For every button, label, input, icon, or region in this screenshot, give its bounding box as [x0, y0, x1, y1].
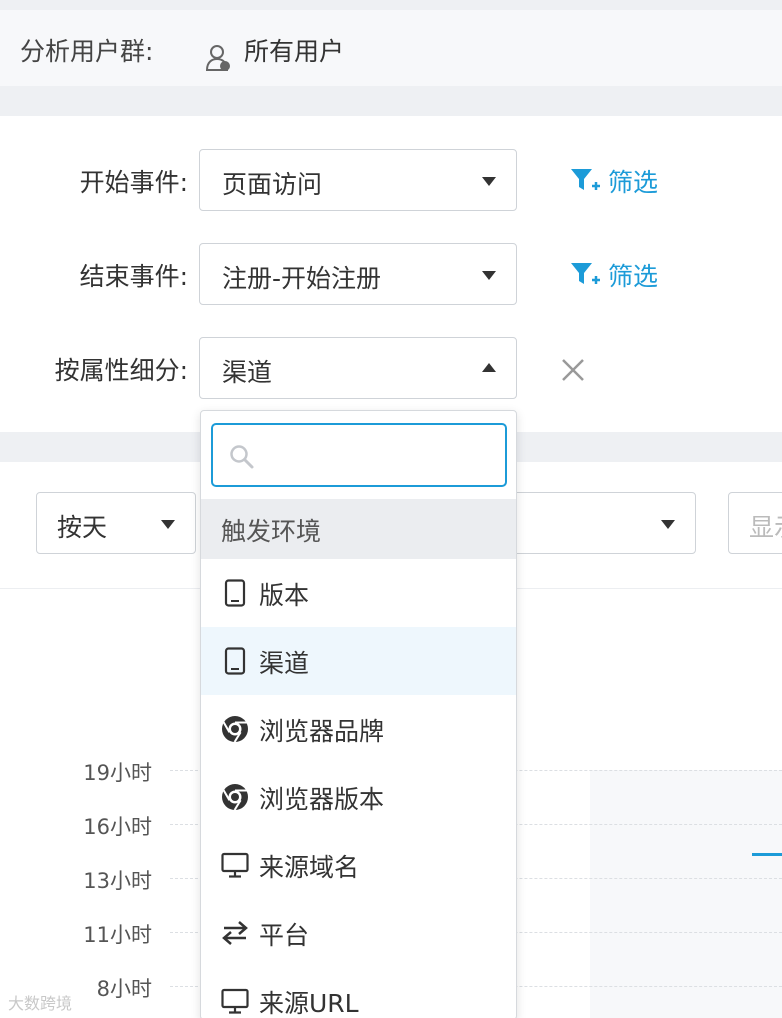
start-event-value: 页面访问 — [222, 170, 323, 199]
end-event-label: 结束事件: — [79, 262, 188, 291]
chevron-down-icon — [482, 177, 496, 186]
breakdown-select[interactable]: 渠道 — [199, 337, 517, 399]
display-placeholder: 显示 — [749, 513, 782, 542]
chevron-down-icon — [482, 271, 496, 280]
dropdown-search-input[interactable] — [211, 423, 507, 487]
dropdown-item-label: 浏览器版本 — [259, 785, 385, 814]
chrome-icon — [221, 715, 249, 743]
filter-plus-icon — [571, 263, 600, 284]
group-header-label: 触发环境 — [221, 517, 322, 546]
dropdown-item-label: 渠道 — [259, 649, 310, 678]
search-icon — [230, 445, 254, 469]
dropdown-item-platform[interactable]: 平台 — [201, 899, 516, 967]
users-icon — [204, 43, 234, 73]
top-band — [0, 0, 782, 10]
start-event-filter-button[interactable]: 筛选 — [570, 161, 658, 201]
dropdown-group-header: 触发环境 — [201, 499, 516, 559]
dropdown-item-label: 来源域名 — [259, 853, 360, 882]
tablet-icon — [221, 579, 249, 607]
breakdown-value: 渠道 — [222, 358, 273, 387]
display-select[interactable]: 显示 — [728, 492, 782, 554]
dropdown-item-browser-brand[interactable]: 浏览器品牌 — [201, 695, 516, 763]
monitor-icon — [221, 987, 249, 1015]
dropdown-item-label: 浏览器品牌 — [259, 717, 385, 746]
y-tick-label: 13小时 — [83, 869, 152, 893]
filter-label: 筛选 — [608, 168, 659, 197]
dropdown-item-referrer-domain[interactable]: 来源域名 — [201, 831, 516, 899]
dropdown-item-referrer-url[interactable]: 来源URL — [201, 967, 516, 1018]
swap-arrows-icon — [221, 919, 249, 947]
end-event-select[interactable]: 注册-开始注册 — [199, 243, 517, 305]
dropdown-item-browser-version[interactable]: 浏览器版本 — [201, 763, 516, 831]
breakdown-dropdown: 触发环境 版本 渠道 浏览器品牌 浏览器版本 来源域名 平台 来源URL — [200, 410, 517, 1018]
user-group-bar: 分析用户群: 所有用户 — [0, 10, 782, 86]
user-group-label: 分析用户群: — [20, 37, 154, 66]
filter-plus-icon — [571, 169, 600, 190]
granularity-select[interactable]: 按天 — [36, 492, 196, 554]
chevron-up-icon — [482, 363, 496, 372]
breakdown-label: 按属性细分: — [54, 356, 188, 385]
dropdown-item-label: 版本 — [259, 581, 310, 610]
close-icon[interactable] — [558, 355, 588, 385]
y-tick-label: 19小时 — [83, 761, 152, 785]
end-event-filter-button[interactable]: 筛选 — [570, 255, 658, 295]
metric-select[interactable] — [500, 492, 696, 554]
tablet-icon — [221, 647, 249, 675]
dropdown-item-label: 来源URL — [259, 989, 359, 1018]
y-tick-label: 8小时 — [96, 977, 152, 1001]
dropdown-item-version[interactable]: 版本 — [201, 559, 516, 627]
chevron-down-icon — [161, 520, 175, 529]
granularity-value: 按天 — [57, 513, 108, 542]
y-tick-label: 16小时 — [83, 815, 152, 839]
end-event-value: 注册-开始注册 — [222, 264, 382, 293]
dropdown-item-label: 平台 — [259, 921, 310, 950]
monitor-icon — [221, 851, 249, 879]
chrome-icon — [221, 783, 249, 811]
dropdown-item-channel[interactable]: 渠道 — [201, 627, 516, 695]
y-tick-label: 11小时 — [83, 923, 152, 947]
watermark: 大数跨境 — [8, 994, 73, 1013]
start-event-label: 开始事件: — [79, 168, 188, 197]
section-divider — [0, 86, 782, 116]
chart-series-line — [752, 853, 782, 856]
chevron-down-icon — [661, 520, 675, 529]
filter-label: 筛选 — [608, 262, 659, 291]
chart-plot-area — [590, 770, 782, 1018]
user-group-value[interactable]: 所有用户 — [244, 32, 344, 68]
start-event-select[interactable]: 页面访问 — [199, 149, 517, 211]
